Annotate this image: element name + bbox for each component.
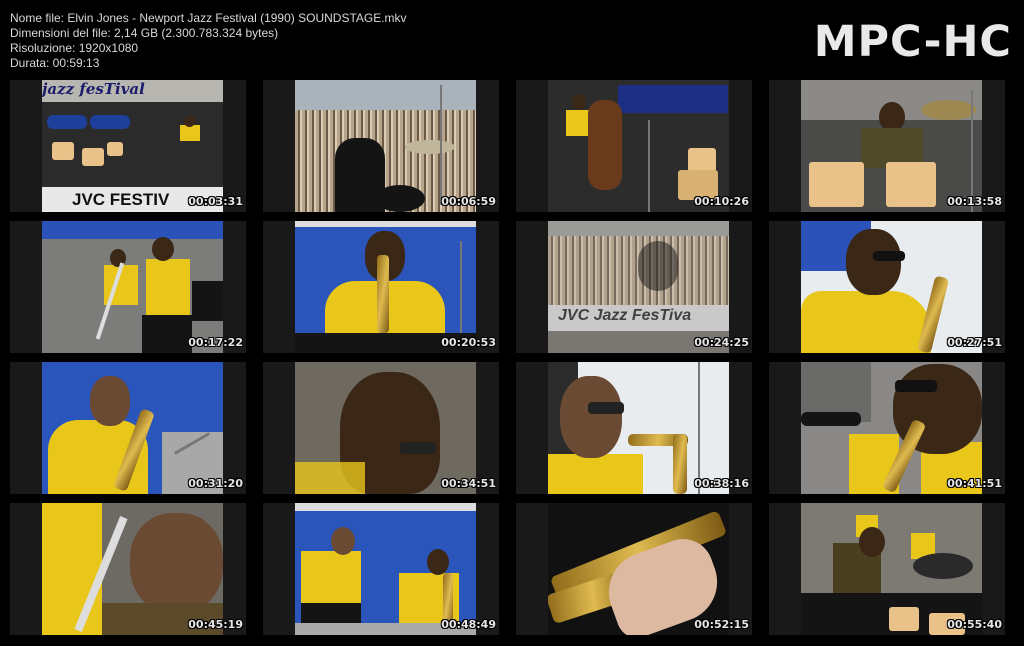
timestamp: 00:45:19: [188, 618, 243, 631]
file-name: Nome file: Elvin Jones - Newport Jazz Fe…: [10, 11, 407, 25]
video-frame: [42, 503, 223, 635]
mpc-hc-logo: MPC-HC: [813, 17, 1012, 67]
video-frame: [548, 362, 729, 494]
thumbnail[interactable]: 00:10:26: [516, 80, 752, 212]
video-frame: [42, 221, 223, 353]
video-frame: [801, 503, 982, 635]
timestamp: 00:17:22: [188, 336, 243, 349]
duration: Durata: 00:59:13: [10, 56, 100, 70]
file-size: Dimensioni del file: 2,14 GB (2.300.783.…: [10, 26, 279, 40]
video-frame: [548, 503, 729, 635]
timestamp: 00:27:51: [947, 336, 1002, 349]
festival-banner: jazz fesTival: [42, 80, 145, 98]
timestamp: 00:48:49: [441, 618, 496, 631]
thumbnail[interactable]: 00:38:16: [516, 362, 752, 494]
thumbnail-grid: jazz fesTival JVC FESTIV 00:03:31 00:06:…: [10, 80, 1014, 636]
video-frame: [295, 80, 476, 212]
video-frame: jazz fesTival JVC FESTIV: [42, 80, 223, 212]
video-frame: [801, 80, 982, 212]
thumbnail[interactable]: 00:27:51: [769, 221, 1005, 353]
thumbnail[interactable]: 00:55:40: [769, 503, 1005, 635]
festival-banner: JVC Jazz FesTiva: [558, 307, 692, 324]
file-info: Nome file: Elvin Jones - Newport Jazz Fe…: [10, 11, 407, 71]
timestamp: 00:24:25: [694, 336, 749, 349]
thumbnail[interactable]: JVC Jazz FesTiva 00:24:25: [516, 221, 752, 353]
video-frame: [801, 221, 982, 353]
video-frame: [801, 362, 982, 494]
thumbnail[interactable]: 00:48:49: [263, 503, 499, 635]
timestamp: 00:10:26: [694, 195, 749, 208]
video-frame: [295, 362, 476, 494]
timestamp: 00:06:59: [441, 195, 496, 208]
timestamp: 00:55:40: [947, 618, 1002, 631]
timestamp: 00:31:20: [188, 477, 243, 490]
thumbnail[interactable]: 00:13:58: [769, 80, 1005, 212]
resolution: Risoluzione: 1920x1080: [10, 41, 139, 55]
thumbnail[interactable]: jazz fesTival JVC FESTIV 00:03:31: [10, 80, 246, 212]
video-frame: [42, 362, 223, 494]
video-frame: [295, 503, 476, 635]
thumbnail[interactable]: 00:45:19: [10, 503, 246, 635]
timestamp: 00:03:31: [188, 195, 243, 208]
timestamp: 00:13:58: [947, 195, 1002, 208]
thumbnail[interactable]: 00:41:51: [769, 362, 1005, 494]
thumbnail[interactable]: 00:17:22: [10, 221, 246, 353]
thumbnail[interactable]: 00:20:53: [263, 221, 499, 353]
video-frame: JVC Jazz FesTiva: [548, 221, 729, 353]
timestamp: 00:34:51: [441, 477, 496, 490]
thumbnail[interactable]: 00:06:59: [263, 80, 499, 212]
timestamp: 00:52:15: [694, 618, 749, 631]
video-frame: [295, 221, 476, 353]
thumbnail[interactable]: 00:52:15: [516, 503, 752, 635]
timestamp: 00:38:16: [694, 477, 749, 490]
video-frame: [548, 80, 729, 212]
timestamp: 00:20:53: [441, 336, 496, 349]
timestamp: 00:41:51: [947, 477, 1002, 490]
thumbnail[interactable]: 00:34:51: [263, 362, 499, 494]
thumbnail[interactable]: 00:31:20: [10, 362, 246, 494]
